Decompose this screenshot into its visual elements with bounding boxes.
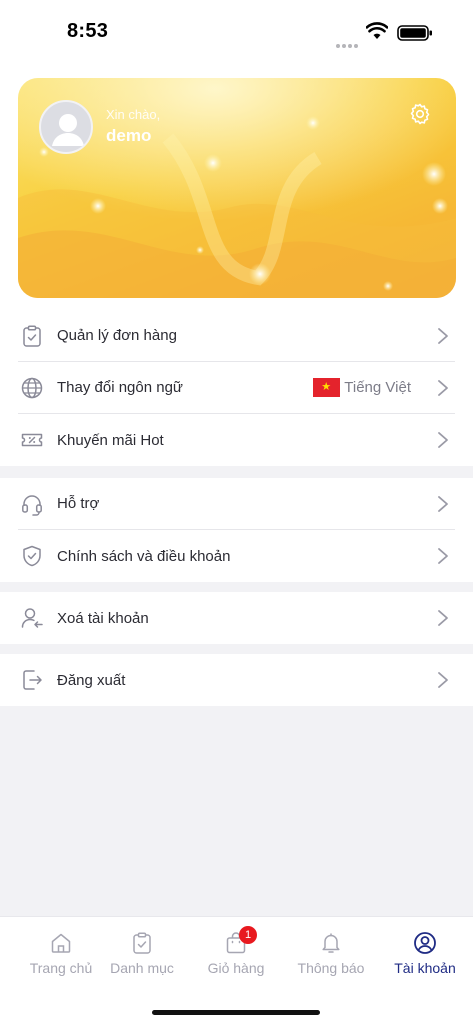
vietnam-flag-icon: ★ [313, 378, 341, 397]
tab-home[interactable]: Trang chủ [14, 931, 108, 981]
ticket-icon [21, 433, 43, 447]
status-time: 8:53 [67, 20, 109, 42]
cart-badge: 1 [239, 926, 257, 944]
menu-group-delete: Xoá tài khoản [0, 592, 473, 644]
menu-item-policy[interactable]: Chính sách và điều khoản [18, 530, 455, 582]
tab-label: Thông báo [297, 960, 365, 976]
chevron-right-icon [438, 380, 448, 396]
globe-icon [21, 377, 43, 398]
menu-item-support[interactable]: Hỗ trợ [18, 478, 455, 530]
signal-dots-icon [336, 35, 360, 48]
chevron-right-icon [438, 432, 448, 448]
tab-label: Trang chủ [29, 960, 93, 976]
user-remove-icon [21, 608, 43, 628]
gear-icon[interactable] [408, 102, 432, 126]
menu-group-logout: Đăng xuất [0, 654, 473, 706]
bottom-tab-bar: Trang chủ Danh mục 1 Giỏ hàng Thông báo [0, 916, 473, 1024]
chevron-right-icon [438, 610, 448, 626]
chevron-right-icon [438, 496, 448, 512]
menu-group-support: Hỗ trợ Chính sách và điều khoản [0, 478, 473, 582]
menu-item-delete-account[interactable]: Xoá tài khoản [18, 592, 455, 644]
menu-item-label: Xoá tài khoản [57, 609, 149, 627]
status-bar: 8:53 [0, 0, 473, 62]
menu-item-label: Chính sách và điều khoản [57, 547, 231, 565]
chevron-right-icon [438, 672, 448, 688]
home-indicator [152, 1010, 320, 1015]
greeting-text: Xin chào, [106, 107, 161, 122]
wifi-icon [366, 22, 388, 39]
menu-item-orders[interactable]: Quản lý đơn hàng [18, 310, 455, 362]
tab-label: Tài khoản [394, 960, 456, 976]
profile-card: Xin chào, demo [18, 78, 456, 298]
tab-label: Danh mục [110, 960, 174, 976]
menu-group-account: Quản lý đơn hàng Thay đổi ngôn ngữ ★ Tiế… [0, 310, 473, 466]
shield-check-icon [23, 545, 41, 567]
menu-item-label: Quản lý đơn hàng [57, 327, 177, 344]
tab-account[interactable]: Tài khoản [378, 931, 472, 981]
avatar[interactable] [39, 100, 93, 154]
home-icon [51, 933, 71, 953]
tab-categories[interactable]: Danh mục [95, 931, 189, 981]
username: demo [106, 126, 152, 145]
headset-icon [22, 494, 42, 516]
battery-icon [397, 25, 432, 41]
menu-item-promotions[interactable]: Khuyến mãi Hot [18, 414, 455, 466]
language-text: Tiếng Việt [344, 379, 411, 396]
clipboard-check-icon [23, 324, 41, 347]
chevron-right-icon [438, 548, 448, 564]
user-circle-icon [414, 932, 436, 954]
menu-item-logout[interactable]: Đăng xuất [18, 654, 455, 706]
clipboard-icon [133, 932, 151, 954]
chevron-right-icon [438, 328, 448, 344]
bell-icon [322, 933, 340, 953]
menu-item-label: Hỗ trợ [57, 495, 100, 512]
tab-notifications[interactable]: Thông báo [284, 931, 378, 981]
logout-icon [23, 670, 42, 690]
menu-item-label: Khuyến mãi Hot [57, 431, 164, 449]
menu-item-label: Đăng xuất [57, 671, 126, 689]
language-value: ★ Tiếng Việt [313, 378, 411, 397]
menu-item-language[interactable]: Thay đổi ngôn ngữ ★ Tiếng Việt [18, 362, 455, 414]
tab-cart[interactable]: 1 Giỏ hàng [189, 926, 283, 981]
tab-label: Giỏ hàng [207, 960, 265, 976]
